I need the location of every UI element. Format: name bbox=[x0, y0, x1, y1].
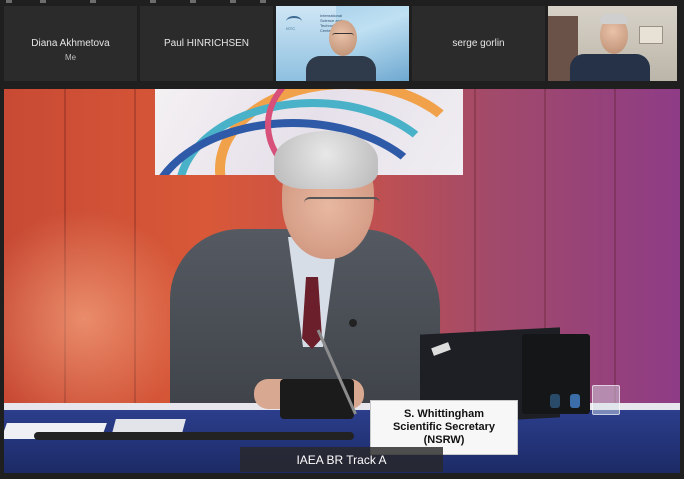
glasses-icon bbox=[304, 197, 380, 217]
participant-subtitle: Me bbox=[64, 53, 77, 62]
participant-tile-serge[interactable]: serge gorlin bbox=[412, 6, 545, 81]
participant-hair bbox=[600, 14, 628, 24]
toolbar-mark bbox=[260, 0, 266, 3]
nameplate-name: S. Whittingham bbox=[403, 408, 485, 420]
participant-tile-video-istc[interactable]: ISTC International Science and Technolog… bbox=[276, 6, 409, 81]
cable bbox=[34, 432, 354, 440]
papers bbox=[112, 419, 186, 433]
toolbar-mark bbox=[40, 0, 46, 3]
participant-body bbox=[570, 54, 650, 81]
microphone-icon bbox=[349, 319, 357, 327]
conference-device bbox=[522, 334, 590, 414]
istc-logo-text: ISTC bbox=[286, 26, 296, 31]
nameplate-title: Scientific Secretary bbox=[392, 421, 496, 433]
video-caption: IAEA BR Track A bbox=[240, 447, 443, 472]
toolbar-mark bbox=[230, 0, 236, 3]
device-lens-icon bbox=[550, 394, 560, 408]
main-speaker-video[interactable]: S. Whittingham Scientific Secretary (NSR… bbox=[4, 89, 680, 473]
toolbar-mark bbox=[6, 0, 12, 3]
device-lens-icon bbox=[570, 394, 580, 408]
speaker-hair bbox=[274, 131, 378, 189]
toolbar-mark bbox=[190, 0, 196, 3]
participant-body bbox=[306, 56, 376, 81]
participant-name: Paul HINRICHSEN bbox=[163, 38, 250, 49]
background-picture-frame bbox=[639, 26, 663, 44]
participant-name: Diana Akhmetova bbox=[31, 38, 110, 49]
toolbar-mark bbox=[150, 0, 156, 3]
water-glass bbox=[592, 385, 620, 415]
participant-tile-video-2[interactable] bbox=[548, 6, 677, 81]
glasses-icon bbox=[332, 33, 354, 39]
toolbar-mark bbox=[90, 0, 96, 3]
participant-tile-paul[interactable]: Paul HINRICHSEN bbox=[140, 6, 273, 81]
nameplate-org: (NSRW) bbox=[423, 434, 465, 446]
participant-name: serge gorlin bbox=[452, 38, 505, 49]
light-glow bbox=[4, 209, 194, 429]
participant-tile-diana[interactable]: Diana Akhmetova Me bbox=[4, 6, 137, 81]
